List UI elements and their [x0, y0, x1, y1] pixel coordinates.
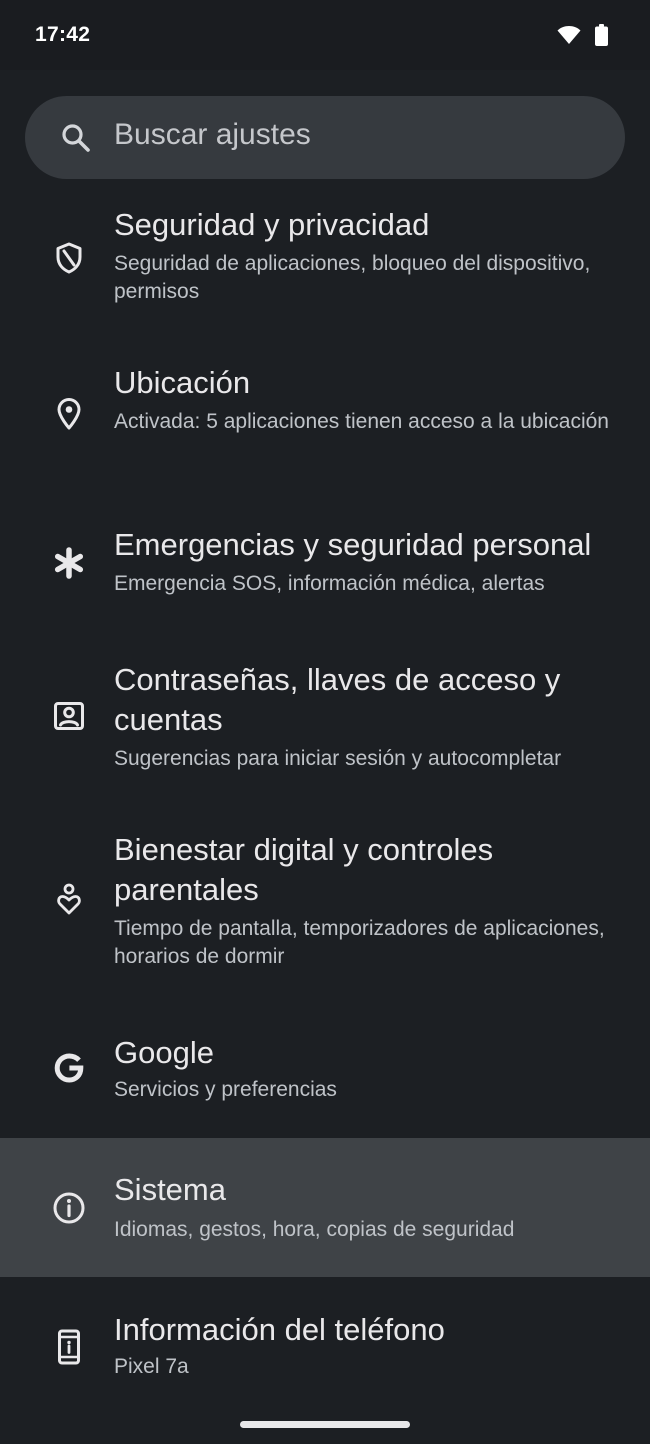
search-icon — [60, 122, 92, 154]
settings-item-title: Contraseñas, llaves de acceso y cuentas — [114, 662, 561, 737]
settings-item-title: Ubicación — [114, 365, 251, 400]
location-pin-icon — [52, 397, 86, 431]
battery-icon — [595, 24, 608, 51]
home-indicator[interactable] — [240, 1421, 410, 1428]
info-icon — [52, 1191, 86, 1225]
shield-icon — [52, 241, 86, 275]
settings-item-title: Sistema — [114, 1172, 226, 1207]
settings-item-subtitle: Seguridad de aplicaciones, bloqueo del d… — [114, 252, 591, 303]
settings-item-subtitle: Tiempo de pantalla, temporizadores de ap… — [114, 917, 605, 968]
settings-item-system[interactable]: Sistema Idiomas, gestos, hora, copias de… — [0, 1138, 650, 1277]
settings-item-subtitle: Servicios y preferencias — [114, 1078, 337, 1101]
settings-item-phone-info[interactable]: Información del teléfono Pixel 7a — [0, 1295, 650, 1405]
wellbeing-icon — [52, 883, 86, 917]
settings-item-subtitle: Emergencia SOS, información médica, aler… — [114, 572, 545, 595]
settings-item-subtitle: Activada: 5 aplicaciones tienen acceso a… — [114, 410, 609, 433]
settings-item-title: Información del teléfono — [114, 1312, 445, 1347]
account-box-icon — [52, 699, 86, 733]
google-icon — [52, 1051, 86, 1085]
asterisk-icon — [52, 546, 86, 580]
status-bar: 17:42 — [0, 0, 650, 70]
settings-item-title: Emergencias y seguridad personal — [114, 527, 592, 562]
settings-item-subtitle: Idiomas, gestos, hora, copias de segurid… — [114, 1218, 515, 1241]
search-placeholder: Buscar ajustes — [114, 118, 311, 151]
settings-item-location[interactable]: Ubicación Activada: 5 aplicaciones tiene… — [0, 348, 650, 488]
search-bar[interactable]: Buscar ajustes — [25, 96, 625, 179]
status-icons — [557, 24, 608, 51]
settings-item-subtitle: Pixel 7a — [114, 1355, 189, 1378]
wifi-icon — [557, 25, 581, 50]
settings-item-google[interactable]: Google Servicios y preferencias — [0, 1018, 650, 1133]
settings-item-wellbeing[interactable]: Bienestar digital y controles parentales… — [0, 815, 650, 995]
settings-item-title: Google — [114, 1035, 214, 1070]
phone-info-icon — [52, 1329, 86, 1365]
settings-item-title: Bienestar digital y controles parentales — [114, 832, 494, 907]
settings-item-subtitle: Sugerencias para iniciar sesión y autoco… — [114, 747, 562, 770]
settings-item-title: Seguridad y privacidad — [114, 207, 430, 242]
status-time: 17:42 — [35, 23, 91, 46]
settings-item-emergency[interactable]: Emergencias y seguridad personal Emergen… — [0, 510, 650, 625]
settings-item-passwords[interactable]: Contraseñas, llaves de acceso y cuentas … — [0, 645, 650, 795]
settings-item-security[interactable]: Seguridad y privacidad Seguridad de apli… — [0, 190, 650, 330]
